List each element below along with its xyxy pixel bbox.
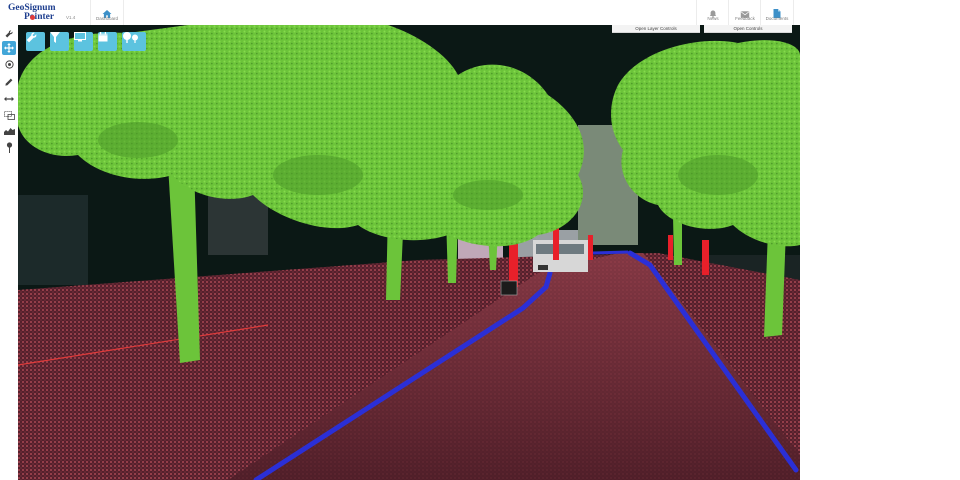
monitor-tool-button[interactable] <box>74 32 93 51</box>
target-icon <box>4 59 14 69</box>
measure-distance-icon <box>4 96 14 102</box>
logo-dot-icon <box>30 15 35 20</box>
wrench-icon <box>26 32 37 43</box>
move-icon <box>4 43 14 53</box>
pole-4 <box>668 235 673 260</box>
wrench-icon <box>5 30 13 38</box>
profile-icon <box>3 128 15 135</box>
target-tool-button[interactable] <box>2 57 16 71</box>
filter-icon <box>50 32 60 43</box>
tab-news-label: News <box>707 16 719 21</box>
measure-distance-button[interactable] <box>2 92 16 106</box>
area-select-button[interactable] <box>2 108 16 122</box>
pencil-icon <box>5 78 13 86</box>
tab-feedback[interactable]: Feedback <box>728 0 761 25</box>
trees-tool-button[interactable] <box>122 32 146 51</box>
point-cloud-viewport[interactable] <box>18 25 800 480</box>
monitor-icon <box>74 32 86 42</box>
calendar-icon <box>98 32 108 42</box>
point-cloud-scene <box>18 25 800 480</box>
left-toolbar <box>0 25 19 480</box>
move-tool-button[interactable] <box>2 41 16 55</box>
wrench-tool-floating[interactable] <box>26 32 45 51</box>
tab-news[interactable]: News <box>696 0 729 25</box>
logo-version: V1.4 <box>66 15 76 20</box>
app-logo[interactable]: GeoSignum Pointer V1.4 <box>8 3 88 23</box>
pole-3 <box>588 235 593 260</box>
wrench-tool-button[interactable] <box>2 27 16 41</box>
area-select-icon <box>3 110 15 120</box>
open-layer-controls[interactable]: Open Layer Controls <box>612 25 700 33</box>
lane-marking-far <box>592 250 629 255</box>
tab-feedback-label: Feedback <box>735 16 755 21</box>
open-controls[interactable]: Open Controls <box>704 25 792 33</box>
street-object <box>500 280 518 296</box>
tab-documents[interactable]: Documents <box>760 0 794 25</box>
geosignum-pointer-app: GeoSignum Pointer V1.4 Dashboard News Fe… <box>0 0 800 480</box>
profile-tool-button[interactable] <box>2 124 16 138</box>
top-header: GeoSignum Pointer V1.4 Dashboard News Fe… <box>0 0 800 26</box>
bus <box>533 240 588 272</box>
tab-dashboard-label: Dashboard <box>95 16 118 21</box>
tab-documents-label: Documents <box>765 16 789 21</box>
trees-icon <box>123 32 138 43</box>
filter-tool-button[interactable] <box>50 32 69 51</box>
pencil-tool-button[interactable] <box>2 75 16 89</box>
calendar-tool-button[interactable] <box>98 32 117 51</box>
logo-text-bottom: Pointer <box>24 12 55 22</box>
pin-tool-button[interactable] <box>2 140 16 154</box>
pole-5 <box>702 240 709 275</box>
pin-icon <box>6 141 12 153</box>
tab-dashboard[interactable]: Dashboard <box>90 0 124 25</box>
